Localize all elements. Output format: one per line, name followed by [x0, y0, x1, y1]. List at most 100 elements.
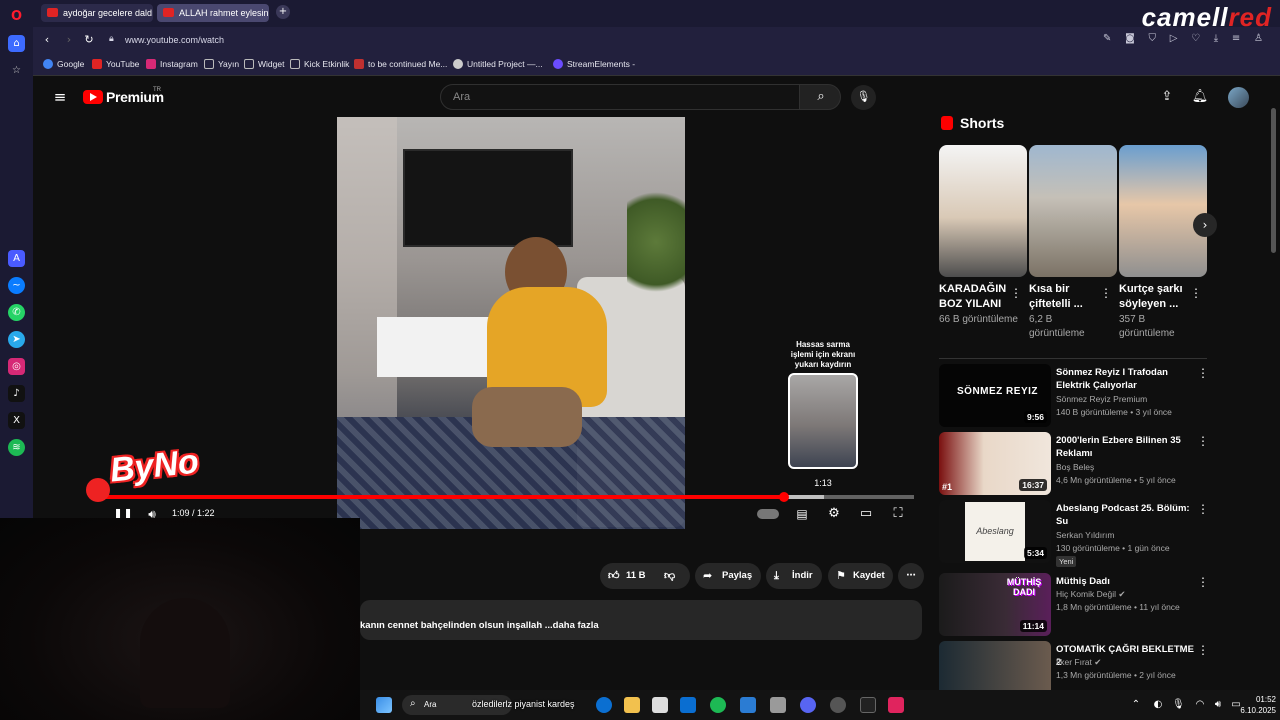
forward-icon[interactable]: › [61, 31, 77, 49]
short-title[interactable]: Kısa bir çiftetelli ... [1029, 282, 1109, 312]
bookmark-youtube[interactable]: YouTube [92, 59, 139, 69]
back-icon[interactable]: ‹ [39, 31, 55, 49]
kebab-menu-icon[interactable]: ⋮ [1197, 643, 1209, 657]
more-actions-button[interactable]: ⋯ [898, 563, 924, 589]
hamburger-menu-icon[interactable]: ≡ [51, 88, 69, 106]
short-thumbnail-1[interactable] [939, 145, 1027, 277]
tiktok-icon[interactable]: ♪ [8, 385, 25, 402]
page-scrollbar[interactable] [1271, 108, 1276, 253]
menu-icon[interactable]: ≡ [1232, 33, 1240, 47]
save-button[interactable]: ⚑ Kaydet [828, 563, 893, 589]
short-title[interactable]: Kurtçe şarkı söyleyen ... [1119, 282, 1199, 312]
search-input[interactable]: Ara [440, 84, 800, 110]
search-button[interactable]: ⌕ [799, 84, 841, 110]
bookmark-widget[interactable]: Widget [244, 59, 284, 69]
avatar[interactable] [1228, 87, 1249, 108]
like-count[interactable]: 11 B [626, 570, 646, 581]
tab-1[interactable]: aydoğar gecelere daldım [41, 4, 153, 22]
spotify-icon[interactable]: ≋ [8, 439, 25, 456]
theater-mode-icon[interactable]: ▭ [857, 505, 875, 523]
kebab-menu-icon[interactable]: ⋮ [1197, 575, 1209, 589]
heart-icon[interactable]: ♡ [1191, 33, 1200, 47]
tab-2[interactable]: ALLAH rahmet eylesin [157, 4, 269, 22]
thumbs-down-icon[interactable]: 👎︎ [664, 569, 675, 582]
kebab-menu-icon[interactable]: ⋮ [1197, 502, 1209, 516]
video-frame[interactable] [337, 117, 685, 529]
settings-gear-icon[interactable]: ⚙ [825, 505, 843, 523]
voice-search-button[interactable]: 🎙︎ [851, 85, 876, 110]
outlook-icon[interactable] [680, 697, 696, 713]
recommendation-item[interactable]: #1 16:37 2000'lerin Ezbere Bilinen 35 Re… [939, 432, 1209, 496]
file-explorer-icon[interactable] [624, 697, 640, 713]
share-button[interactable]: ➦ Paylaş [695, 563, 761, 589]
discord-icon[interactable] [800, 697, 816, 713]
kebab-menu-icon[interactable]: ⋮ [1100, 286, 1112, 300]
kebab-menu-icon[interactable]: ⋮ [1010, 286, 1022, 300]
store-icon[interactable] [652, 697, 668, 713]
bookmark-untitled-project[interactable]: Untitled Project —... [453, 59, 543, 69]
spotify-taskbar-icon[interactable] [710, 697, 726, 713]
edge-icon[interactable] [596, 697, 612, 713]
short-thumbnail-3[interactable] [1119, 145, 1207, 277]
shield-icon[interactable]: ⛉ [1149, 33, 1157, 47]
kebab-menu-icon[interactable]: ⋮ [1190, 286, 1202, 300]
thumbs-up-icon[interactable]: 👍︎ [608, 569, 620, 582]
bookmark-kick[interactable]: Kick Etkinlik [290, 59, 349, 69]
shorts-next-chevron-icon[interactable]: › [1193, 213, 1217, 237]
fullscreen-icon[interactable]: ⛶ [889, 505, 907, 523]
recommendation-item[interactable]: SÖNMEZ REYIZ 9:56 Sönmez Reyiz I Trafoda… [939, 364, 1209, 428]
obs-icon[interactable] [830, 697, 846, 713]
app-red-icon[interactable] [888, 697, 904, 713]
description-box[interactable]: kanın cennet bahçelinden olsun inşallah … [360, 600, 922, 640]
opera-logo-icon[interactable]: O [8, 8, 25, 25]
seek-preview-thumbnail [788, 373, 858, 469]
bookmark-instagram[interactable]: Instagram [146, 59, 198, 69]
bookmark-google[interactable]: Google [43, 59, 84, 69]
new-tab-plus-icon[interactable]: + [276, 5, 290, 19]
speaker-icon[interactable]: 🔊︎ [1212, 696, 1224, 714]
kebab-menu-icon[interactable]: ⋮ [1197, 434, 1209, 448]
windows-start-icon[interactable] [376, 697, 392, 713]
short-thumbnail-2[interactable] [1029, 145, 1117, 277]
camera-icon[interactable]: ◙ [1125, 33, 1135, 47]
recommendation-item[interactable]: OTOMATİK ÇAĞRI BEKLETME 2 İlker Fırat ✔ … [939, 641, 1209, 690]
app-icon[interactable] [770, 697, 786, 713]
bookmark-streamelements[interactable]: StreamElements - [553, 59, 635, 69]
clock[interactable]: 01:52 6.10.2025 [1238, 694, 1276, 716]
download-button[interactable]: ⤓ İndir [766, 563, 822, 589]
tray-chevron-up-icon[interactable]: ⌃ [1130, 696, 1142, 714]
aria-icon[interactable]: A [8, 250, 25, 267]
recommendation-item[interactable]: Abeslang 5:34 Abeslang Podcast 25. Bölüm… [939, 500, 1209, 567]
whatsapp-icon[interactable]: ✆ [8, 304, 25, 321]
download-icon[interactable]: ⤓ [1214, 33, 1218, 47]
notepad-icon[interactable] [740, 697, 756, 713]
kebab-menu-icon[interactable]: ⋮ [1197, 366, 1209, 380]
epic-games-icon[interactable] [860, 697, 876, 713]
youtube-logo-icon[interactable] [83, 90, 103, 104]
telegram-icon[interactable]: ➤ [8, 331, 25, 348]
reload-icon[interactable]: ↻ [81, 31, 97, 49]
messenger-icon[interactable]: ~ [8, 277, 25, 294]
profile-icon[interactable]: ♙ [1254, 33, 1263, 47]
scrubber-handle[interactable] [778, 492, 789, 502]
progress-bar[interactable] [100, 492, 914, 502]
bell-icon[interactable]: 🔔︎ [1191, 88, 1209, 106]
recommendation-item[interactable]: MÜTHİŞ DADI 11:14 Müthiş Dadı Hiç Komik … [939, 573, 1209, 637]
wifi-icon[interactable]: ◠ [1194, 696, 1206, 714]
bookmark-to-be-continued[interactable]: to be continued Me... [354, 59, 447, 69]
edit-icon[interactable]: ✎ [1103, 33, 1111, 47]
upload-icon[interactable]: ⇪ [1158, 88, 1176, 106]
instagram-icon[interactable]: ◎ [8, 358, 25, 375]
bookmark-yayin[interactable]: Yayın [204, 59, 239, 69]
autoplay-toggle[interactable] [757, 509, 779, 519]
url-field[interactable]: 🔒︎ www.youtube.com/watch [103, 31, 1103, 50]
bookmark-label: Google [57, 59, 85, 69]
star-icon[interactable]: ☆ [8, 62, 25, 79]
tray-app-icon[interactable]: ◐ [1152, 696, 1164, 714]
x-icon[interactable]: X [8, 412, 25, 429]
home-icon[interactable]: ⌂ [8, 35, 25, 52]
subtitles-icon[interactable]: ▤ [793, 505, 811, 523]
play-icon[interactable]: ▷ [1170, 33, 1178, 47]
short-title[interactable]: KARADAĞIN BOZ YILANI [939, 282, 1019, 312]
tray-mic-icon[interactable]: 🎙︎ [1172, 696, 1185, 714]
